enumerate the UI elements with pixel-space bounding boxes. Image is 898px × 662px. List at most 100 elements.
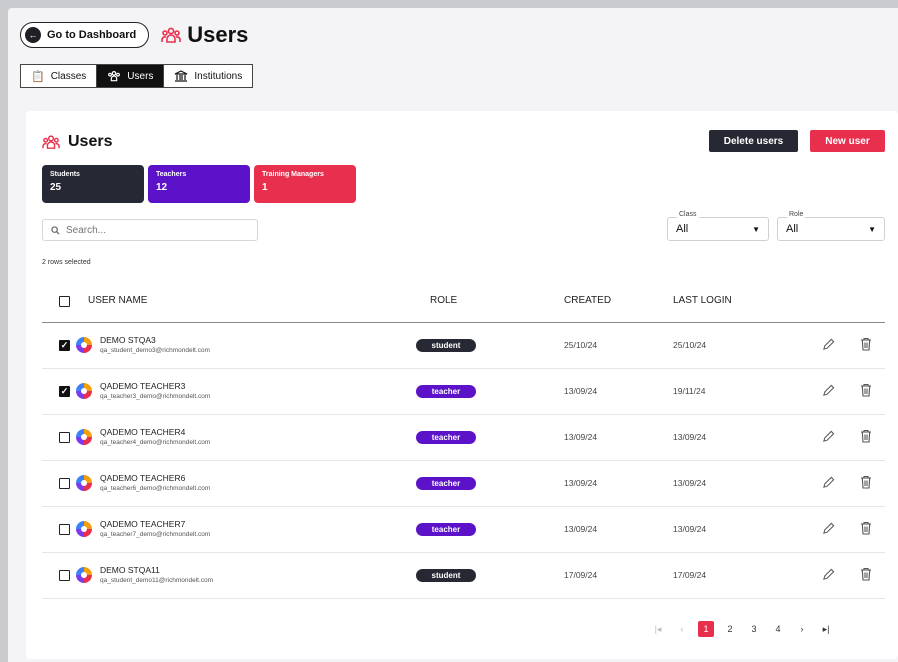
go-to-dashboard-button[interactable]: ← Go to Dashboard [20, 22, 150, 48]
class-filter: Class All ▼ [667, 211, 769, 241]
rows-selected-text: 2 rows selected [42, 259, 91, 266]
tab-classes[interactable]: 📋 Classes [21, 65, 98, 87]
user-email: qa_teacher3_demo@richmondelt.com [100, 393, 211, 400]
avatar [76, 383, 92, 399]
search-input[interactable] [66, 224, 246, 236]
last-login-date: 17/09/24 [673, 570, 707, 580]
tab-institutions[interactable]: Institutions [164, 65, 252, 87]
role-select-value: All [786, 223, 799, 235]
row-checkbox[interactable] [59, 478, 70, 489]
tab-classes-label: Classes [50, 70, 87, 82]
row-checkbox[interactable] [59, 340, 70, 351]
delete-trash-icon[interactable] [858, 473, 874, 491]
delete-trash-icon[interactable] [858, 519, 874, 537]
table-row[interactable]: QADEMO TEACHER3 qa_teacher3_demo@richmond… [42, 369, 885, 415]
select-all-checkbox[interactable] [59, 296, 70, 307]
edit-pencil-icon[interactable] [820, 565, 836, 583]
last-login-date: 19/11/24 [673, 386, 706, 396]
role-filter-label: Role [787, 211, 806, 218]
delete-trash-icon[interactable] [858, 381, 874, 399]
next-page-button[interactable]: › [794, 621, 810, 637]
edit-pencil-icon[interactable] [820, 335, 836, 353]
user-name: QADEMO TEACHER6 [100, 473, 186, 483]
user-email: qa_teacher7_demo@richmondelt.com [100, 531, 211, 538]
role-badge: student [416, 569, 476, 582]
institution-icon [175, 70, 188, 82]
edit-pencil-icon[interactable] [820, 427, 836, 445]
avatar [76, 475, 92, 491]
table-row[interactable]: QADEMO TEACHER7 qa_teacher7_demo@richmond… [42, 507, 885, 553]
search-icon [51, 225, 60, 235]
stat-teachers[interactable]: Teachers 12 [148, 165, 250, 203]
tab-users[interactable]: Users [97, 65, 165, 87]
top-bar: ← Go to Dashboard Users [20, 22, 248, 48]
role-select[interactable]: All ▼ [777, 217, 885, 241]
first-page-button[interactable]: |◂ [650, 621, 666, 637]
page-title: Users [161, 22, 248, 48]
stat-value: 25 [50, 182, 62, 193]
section-tabs: 📋 Classes Users Institutions [20, 64, 254, 88]
edit-pencil-icon[interactable] [820, 473, 836, 491]
table-row[interactable]: QADEMO TEACHER4 qa_teacher4_demo@richmond… [42, 415, 885, 461]
col-role: ROLE [430, 295, 458, 306]
table-header: USER NAME ROLE CREATED LAST LOGIN [42, 281, 885, 323]
user-name: DEMO STQA11 [100, 565, 160, 575]
row-checkbox[interactable] [59, 432, 70, 443]
tab-users-label: Users [127, 70, 154, 82]
search-box [42, 219, 258, 241]
stat-label: Students [50, 171, 80, 178]
app-frame: ← Go to Dashboard Users 📋 Classes Users … [8, 8, 898, 662]
delete-trash-icon[interactable] [858, 335, 874, 353]
users-card: Users Delete users New user Students 25 … [26, 111, 898, 659]
tab-institutions-label: Institutions [194, 70, 243, 82]
delete-trash-icon[interactable] [858, 427, 874, 445]
last-login-date: 25/10/24 [673, 340, 707, 350]
page-3-button[interactable]: 3 [746, 621, 762, 637]
page-2-button[interactable]: 2 [722, 621, 738, 637]
created-date: 13/09/24 [564, 386, 598, 396]
row-checkbox[interactable] [59, 570, 70, 581]
avatar [76, 567, 92, 583]
created-date: 25/10/24 [564, 340, 598, 350]
class-select-value: All [676, 223, 689, 235]
edit-pencil-icon[interactable] [820, 381, 836, 399]
delete-users-button[interactable]: Delete users [709, 130, 798, 152]
stats-row: Students 25 Teachers 12 Training Manager… [42, 165, 356, 203]
class-filter-label: Class [677, 211, 699, 218]
col-user-name: USER NAME [88, 295, 148, 306]
table-row[interactable]: DEMO STQA3 qa_student_demo3@richmondelt.c… [42, 323, 885, 369]
role-badge: teacher [416, 477, 476, 490]
row-checkbox[interactable] [59, 524, 70, 535]
caret-down-icon: ▼ [752, 224, 760, 234]
role-badge: teacher [416, 385, 476, 398]
user-email: qa_student_demo11@richmondelt.com [100, 577, 214, 584]
last-page-button[interactable]: ▸| [818, 621, 834, 637]
new-user-button[interactable]: New user [810, 130, 885, 152]
created-date: 13/09/24 [564, 524, 598, 534]
edit-pencil-icon[interactable] [820, 519, 836, 537]
table-row[interactable]: QADEMO TEACHER6 qa_teacher6_demo@richmond… [42, 461, 885, 507]
table-row[interactable]: DEMO STQA11 qa_student_demo11@richmondelt… [42, 553, 885, 599]
page-1-button[interactable]: 1 [698, 621, 714, 637]
created-date: 13/09/24 [564, 478, 598, 488]
created-date: 17/09/24 [564, 570, 598, 580]
row-checkbox[interactable] [59, 386, 70, 397]
col-last-login: LAST LOGIN [673, 295, 732, 306]
role-badge: teacher [416, 431, 476, 444]
pagination: |◂ ‹ 1 2 3 4 › ▸| [650, 621, 834, 637]
delete-trash-icon[interactable] [858, 565, 874, 583]
caret-down-icon: ▼ [868, 224, 876, 234]
stat-students[interactable]: Students 25 [42, 165, 144, 203]
role-badge: student [416, 339, 476, 352]
col-created: CREATED [564, 295, 612, 306]
stat-training-managers[interactable]: Training Managers 1 [254, 165, 356, 203]
user-email: qa_teacher6_demo@richmondelt.com [100, 485, 211, 492]
created-date: 13/09/24 [564, 432, 598, 442]
card-title-text: Users [68, 133, 113, 150]
page-4-button[interactable]: 4 [770, 621, 786, 637]
class-select[interactable]: All ▼ [667, 217, 769, 241]
stat-value: 12 [156, 182, 168, 193]
last-login-date: 13/09/24 [673, 478, 707, 488]
prev-page-button[interactable]: ‹ [674, 621, 690, 637]
users-icon [42, 135, 60, 149]
